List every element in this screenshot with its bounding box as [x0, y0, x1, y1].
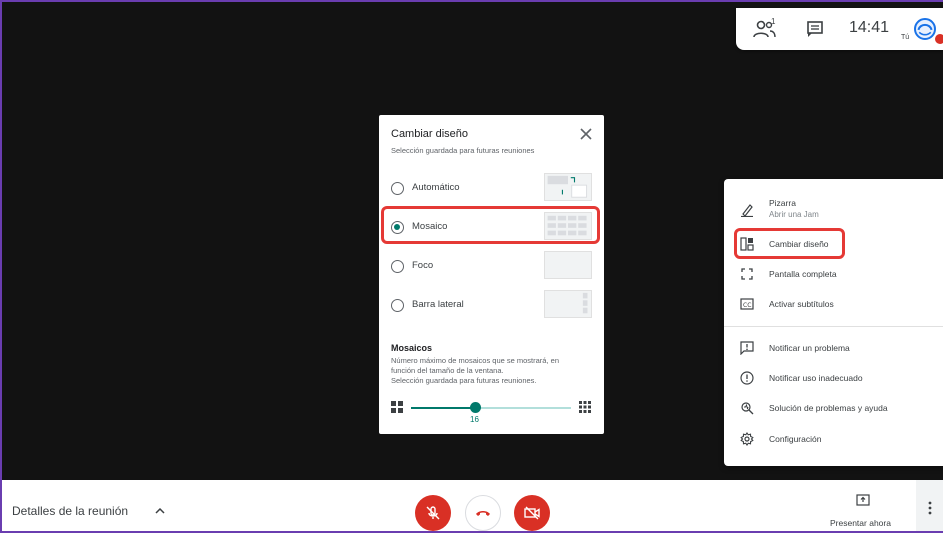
mic-off-icon: [426, 506, 440, 520]
tiles-description-line: función del tamaño de la ventana.: [391, 366, 504, 375]
clock-time: 14:41: [849, 19, 890, 36]
meet-window: 1 14:41 Tú Cambiar diseño Selección guar…: [0, 0, 943, 533]
menu-item-label: Activar subtítulos: [769, 299, 834, 309]
you-label: Tú: [901, 34, 910, 41]
radio-sidebar[interactable]: [391, 299, 404, 312]
report-icon: [740, 371, 754, 385]
pencil-icon: [741, 204, 753, 217]
feedback-icon: [740, 341, 754, 355]
top-status-bar: 1 14:41 Tú: [736, 8, 943, 50]
option-label: Foco: [412, 260, 434, 271]
radio-focus[interactable]: [391, 260, 404, 273]
menu-item-sublabel: Abrir una Jam: [769, 210, 819, 219]
more-options-button[interactable]: [916, 480, 943, 531]
tiles-section-title: Mosaicos: [391, 343, 433, 353]
menu-item-captions[interactable]: CC Activar subtítulos: [724, 290, 943, 318]
radio-auto[interactable]: [391, 182, 404, 195]
troubleshoot-icon: [741, 402, 754, 415]
svg-text:CC: CC: [743, 302, 751, 309]
leave-call-button[interactable]: [465, 495, 501, 531]
chevron-up-icon[interactable]: [154, 505, 166, 517]
present-now-label: Presentar ahora: [830, 518, 891, 528]
menu-item-settings[interactable]: Configuración: [724, 425, 943, 453]
meeting-details-button[interactable]: Detalles de la reunión: [12, 504, 128, 518]
layout-thumb-auto: [544, 173, 592, 201]
camera-off-icon: [524, 506, 540, 520]
menu-highlight-box: [734, 228, 845, 259]
many-tiles-icon: [579, 401, 591, 413]
layout-thumb-focus: [544, 251, 592, 279]
mic-toggle-button[interactable]: [415, 495, 451, 531]
people-count: 1: [771, 17, 776, 26]
selection-highlight-box: [381, 206, 600, 244]
hang-up-icon: [476, 511, 490, 516]
chat-icon[interactable]: [806, 20, 824, 38]
more-options-menu: Pizarra Abrir una Jam Cambiar diseño Pan…: [724, 179, 943, 466]
menu-item-label: Solución de problemas y ayuda: [769, 403, 888, 413]
layout-option-focus[interactable]: Foco: [379, 248, 604, 284]
status-dot: [935, 34, 943, 44]
avatar[interactable]: [914, 18, 936, 40]
fullscreen-icon: [741, 268, 753, 280]
dialog-subtitle: Selección guardada para futuras reunione…: [391, 146, 535, 155]
menu-item-report-problem[interactable]: Notificar un problema: [724, 334, 943, 362]
tiles-slider-value: 16: [470, 415, 479, 424]
tiles-description-line: Selección guardada para futuras reunione…: [391, 376, 537, 385]
menu-item-report-abuse[interactable]: Notificar uso inadecuado: [724, 364, 943, 392]
menu-divider: [724, 326, 943, 327]
bottom-control-bar: Detalles de la reunión Presentar ahora: [2, 480, 943, 531]
menu-item-troubleshooting[interactable]: Solución de problemas y ayuda: [724, 394, 943, 422]
menu-item-label: Notificar un problema: [769, 343, 850, 353]
option-label: Barra lateral: [412, 299, 464, 310]
layout-option-auto[interactable]: Automático: [379, 170, 604, 206]
present-screen-icon: [856, 494, 870, 506]
tiles-slider-fill: [411, 407, 475, 409]
close-icon[interactable]: [579, 127, 593, 141]
tiles-slider-thumb[interactable]: [470, 402, 481, 413]
settings-icon: [740, 432, 754, 446]
menu-item-whiteboard[interactable]: Pizarra Abrir una Jam: [724, 193, 943, 227]
dialog-title: Cambiar diseño: [391, 128, 469, 140]
menu-item-label: Configuración: [769, 434, 822, 444]
captions-icon: CC: [740, 298, 754, 310]
layout-option-sidebar[interactable]: Barra lateral: [379, 287, 604, 323]
layout-thumb-sidebar: [544, 290, 592, 318]
menu-item-label: Pantalla completa: [769, 269, 837, 279]
few-tiles-icon: [391, 401, 403, 413]
more-vert-icon: [928, 501, 932, 515]
camera-toggle-button[interactable]: [514, 495, 550, 531]
avatar-logo-icon: [917, 23, 933, 36]
present-now-button[interactable]: Presentar ahora: [822, 490, 906, 530]
option-label: Automático: [412, 182, 460, 193]
change-layout-dialog: Cambiar diseño Selección guardada para f…: [379, 115, 604, 434]
sidebar-layout-thumb-icon: [582, 292, 588, 314]
auto-layout-thumb-icon: [547, 175, 588, 198]
tiles-description-line: Número máximo de mosaicos que se mostrar…: [391, 356, 559, 365]
tiles-section-description: Número máximo de mosaicos que se mostrar…: [391, 356, 596, 386]
menu-item-label: Notificar uso inadecuado: [769, 373, 863, 383]
menu-item-fullscreen[interactable]: Pantalla completa: [724, 260, 943, 288]
menu-item-label: Pizarra: [769, 198, 796, 208]
